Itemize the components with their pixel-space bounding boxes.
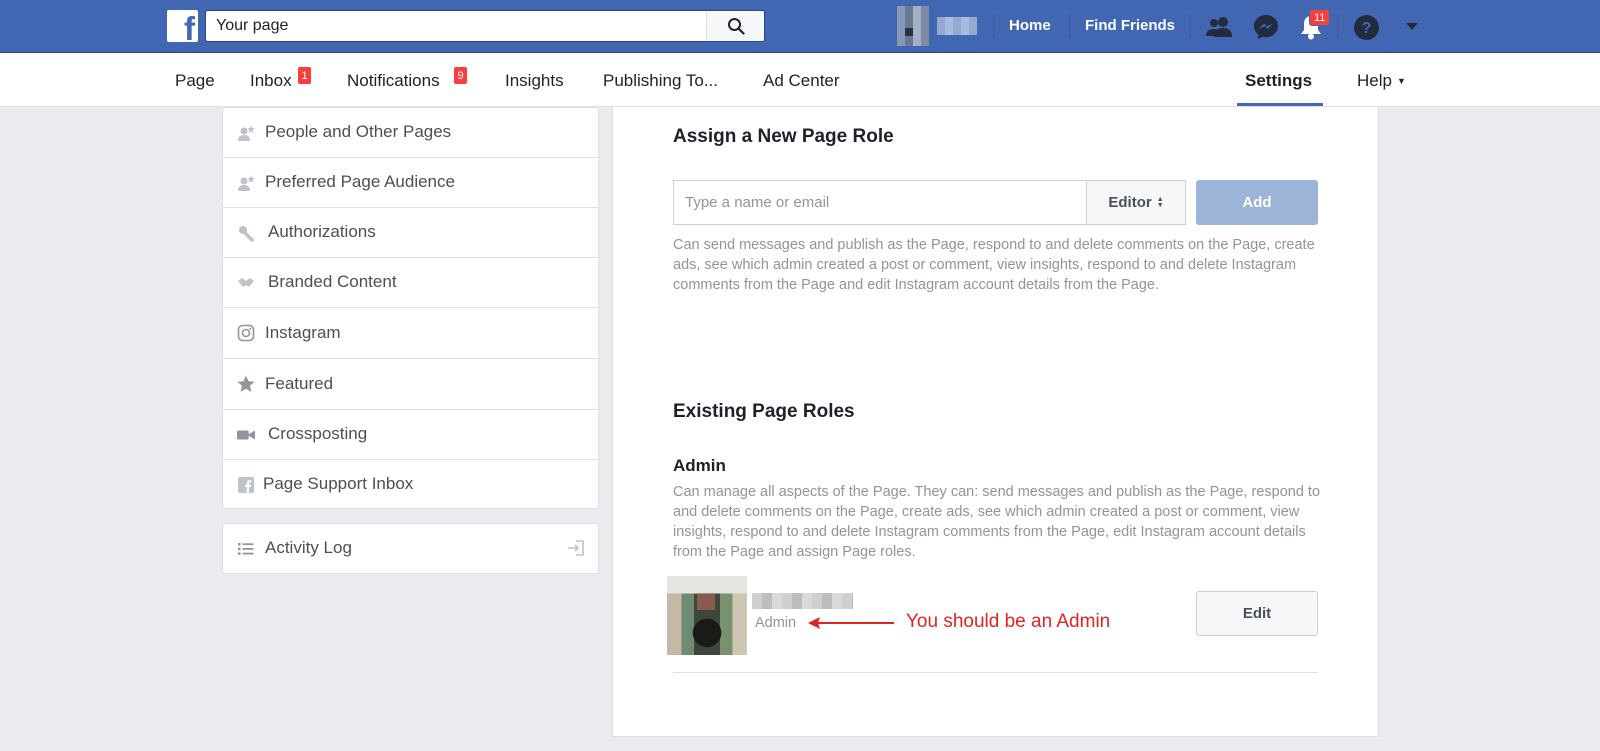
notifications-count-badge: 11	[1309, 9, 1331, 26]
notifications-tab-badge: 9	[454, 67, 467, 84]
admin-role-description: Can manage all aspects of the Page. They…	[673, 484, 1321, 560]
wrench-icon	[237, 224, 255, 242]
sidebar-item-label: People and Other Pages	[265, 122, 452, 141]
active-tab-indicator	[1237, 103, 1323, 106]
admin-role-heading: Admin	[673, 456, 726, 475]
divider	[1337, 14, 1338, 38]
sidebar-item-label: Authorizations	[268, 222, 376, 241]
admin-user-name[interactable]	[752, 593, 853, 609]
messenger-icon	[1254, 15, 1278, 39]
search-icon	[727, 18, 745, 35]
sidebar-item-authorizations[interactable]: Authorizations	[223, 208, 598, 258]
divider	[1190, 14, 1191, 38]
help-button[interactable]: ?	[1351, 12, 1381, 42]
search-button[interactable]	[706, 11, 764, 41]
account-menu-button[interactable]	[1397, 12, 1427, 42]
inbox-badge: 1	[298, 67, 311, 84]
profile-name[interactable]	[937, 17, 977, 35]
sidebar-item-preferred-page-audience[interactable]: Preferred Page Audience	[223, 158, 598, 208]
friend-requests-button[interactable]	[1204, 12, 1234, 42]
find-friends-link[interactable]: Find Friends	[1085, 17, 1175, 34]
edit-role-button[interactable]: Edit	[1196, 591, 1318, 636]
sidebar-item-label: Instagram	[265, 323, 341, 342]
tab-insights[interactable]: Insights	[505, 71, 564, 91]
tab-publishing-tools[interactable]: Publishing To...	[603, 71, 718, 91]
sidebar-item-label: Branded Content	[268, 272, 397, 291]
sidebar-item-branded-content[interactable]: Branded Content	[223, 258, 598, 308]
facebook-square-icon	[237, 476, 255, 494]
annotation-text: You should be an Admin	[906, 611, 1111, 632]
list-icon	[237, 540, 255, 558]
divider	[673, 672, 1318, 673]
role-selected-label: Editor	[1108, 194, 1152, 211]
friends-icon	[1206, 17, 1232, 37]
star-icon	[237, 375, 255, 393]
tab-page[interactable]: Page	[175, 71, 215, 91]
admin-user-avatar[interactable]	[667, 576, 747, 655]
role-dropdown[interactable]: Editor ▲ ▼	[1086, 180, 1186, 225]
search-input[interactable]	[206, 11, 706, 41]
facebook-logo-icon[interactable]: f	[167, 10, 198, 45]
tab-settings[interactable]: Settings	[1245, 71, 1312, 91]
help-label: Help	[1357, 71, 1392, 90]
sidebar-item-label: Crossposting	[268, 424, 368, 443]
settings-sidebar: People and Other Pages Preferred Page Au…	[222, 107, 599, 509]
tab-help[interactable]: Help ▼	[1357, 71, 1406, 91]
home-link[interactable]: Home	[1009, 17, 1051, 34]
role-name-input[interactable]	[673, 180, 1087, 225]
messenger-button[interactable]	[1251, 12, 1281, 42]
role-description: Can send messages and publish as the Pag…	[673, 237, 1315, 293]
add-role-button[interactable]: Add	[1196, 180, 1318, 225]
sidebar-item-label: Preferred Page Audience	[265, 172, 455, 191]
page-nav-bar: Page Inbox 1 Notifications 9 Insights Pu…	[0, 53, 1600, 107]
sidebar-item-page-support-inbox[interactable]: Page Support Inbox	[223, 460, 598, 510]
sidebar-item-label: Activity Log	[265, 538, 352, 557]
existing-roles-heading: Existing Page Roles	[673, 401, 855, 422]
instagram-icon	[237, 324, 255, 342]
divider	[1069, 14, 1070, 38]
tab-notifications[interactable]: Notifications	[347, 71, 440, 91]
question-circle-icon: ?	[1353, 14, 1379, 40]
person-star-icon	[237, 124, 255, 142]
sidebar-item-people-and-other-pages[interactable]: People and Other Pages	[223, 108, 598, 158]
caret-down-icon: ▼	[1396, 76, 1406, 86]
annotation-arrow-icon	[808, 617, 894, 629]
divider	[993, 14, 994, 38]
svg-text:?: ?	[1361, 20, 1371, 37]
sidebar-item-instagram[interactable]: Instagram	[223, 308, 598, 359]
handshake-icon	[237, 274, 255, 292]
activity-log-card: Activity Log	[222, 523, 599, 574]
sidebar-item-activity-log[interactable]: Activity Log	[223, 524, 598, 573]
sidebar-item-label: Featured	[265, 374, 334, 393]
top-bar: f Home Find Friends 11	[0, 0, 1600, 53]
up-down-arrows-icon: ▲ ▼	[1156, 195, 1164, 209]
search-box	[205, 10, 765, 42]
video-camera-icon	[237, 426, 255, 444]
assign-role-heading: Assign a New Page Role	[673, 126, 894, 147]
sidebar-item-crossposting[interactable]: Crossposting	[223, 410, 598, 460]
caret-down-icon	[1406, 23, 1418, 30]
tab-ad-center[interactable]: Ad Center	[763, 71, 840, 91]
person-star-icon	[237, 174, 255, 192]
tab-inbox[interactable]: Inbox	[250, 71, 292, 91]
admin-user-role: Admin	[755, 615, 797, 631]
sidebar-item-label: Page Support Inbox	[263, 474, 414, 493]
sidebar-item-featured[interactable]: Featured	[223, 359, 598, 410]
profile-avatar[interactable]	[897, 6, 929, 46]
open-external-icon	[567, 539, 585, 557]
